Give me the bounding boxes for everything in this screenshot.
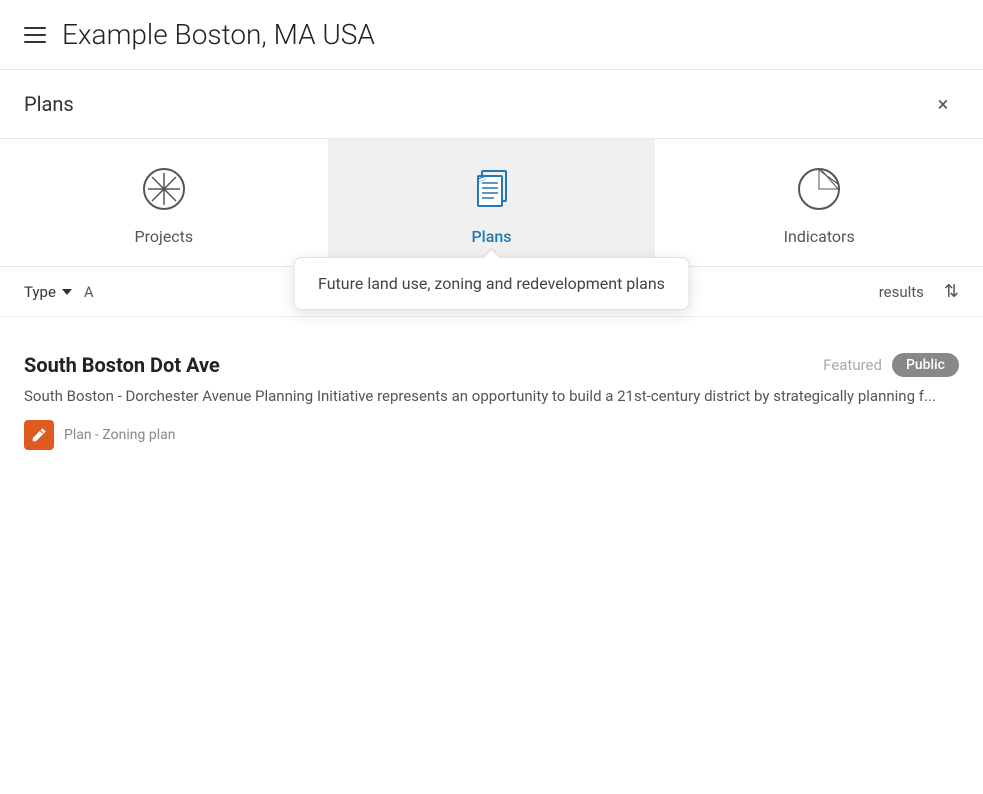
area-filter-label: A	[84, 283, 94, 301]
tab-projects[interactable]: Projects	[0, 139, 328, 266]
tab-projects-label: Projects	[135, 227, 194, 246]
result-type-label: Plan - Zoning plan	[64, 427, 175, 443]
chevron-down-icon	[62, 289, 72, 295]
zoning-plan-icon-box	[24, 420, 54, 450]
featured-label: Featured	[823, 356, 882, 374]
tab-plans[interactable]: Plans	[328, 139, 656, 266]
result-description: South Boston - Dorchester Avenue Plannin…	[24, 385, 959, 408]
result-type-row: Plan - Zoning plan	[24, 420, 959, 450]
result-meta: Featured Public	[823, 353, 959, 377]
type-filter-button[interactable]: Type	[24, 283, 72, 301]
close-button[interactable]: ×	[927, 88, 959, 120]
indicators-icon	[793, 163, 845, 215]
results-count-label: results	[879, 283, 924, 301]
pencil-icon	[31, 427, 47, 443]
result-header: South Boston Dot Ave Featured Public	[24, 353, 959, 377]
filter-bar-label: Plans	[24, 92, 74, 116]
hamburger-menu-button[interactable]	[24, 27, 46, 43]
filter-bar: Plans ×	[0, 70, 983, 139]
page-title: Example Boston, MA USA	[62, 18, 375, 51]
plans-icon	[466, 163, 518, 215]
results-list: South Boston Dot Ave Featured Public Sou…	[0, 317, 983, 466]
sort-icon[interactable]: ⇅	[944, 281, 959, 302]
projects-icon	[138, 163, 190, 215]
result-title: South Boston Dot Ave	[24, 353, 220, 377]
public-badge: Public	[892, 353, 959, 377]
tab-plans-label: Plans	[471, 227, 511, 246]
tab-indicators[interactable]: Indicators	[655, 139, 983, 266]
tab-indicators-label: Indicators	[784, 227, 855, 246]
plans-tooltip: Future land use, zoning and redevelopmen…	[293, 257, 690, 310]
app-header: Example Boston, MA USA	[0, 0, 983, 70]
table-row[interactable]: South Boston Dot Ave Featured Public Sou…	[24, 337, 959, 466]
filter-row-container: Type A results ⇅ Future land use, zoning…	[0, 267, 983, 317]
